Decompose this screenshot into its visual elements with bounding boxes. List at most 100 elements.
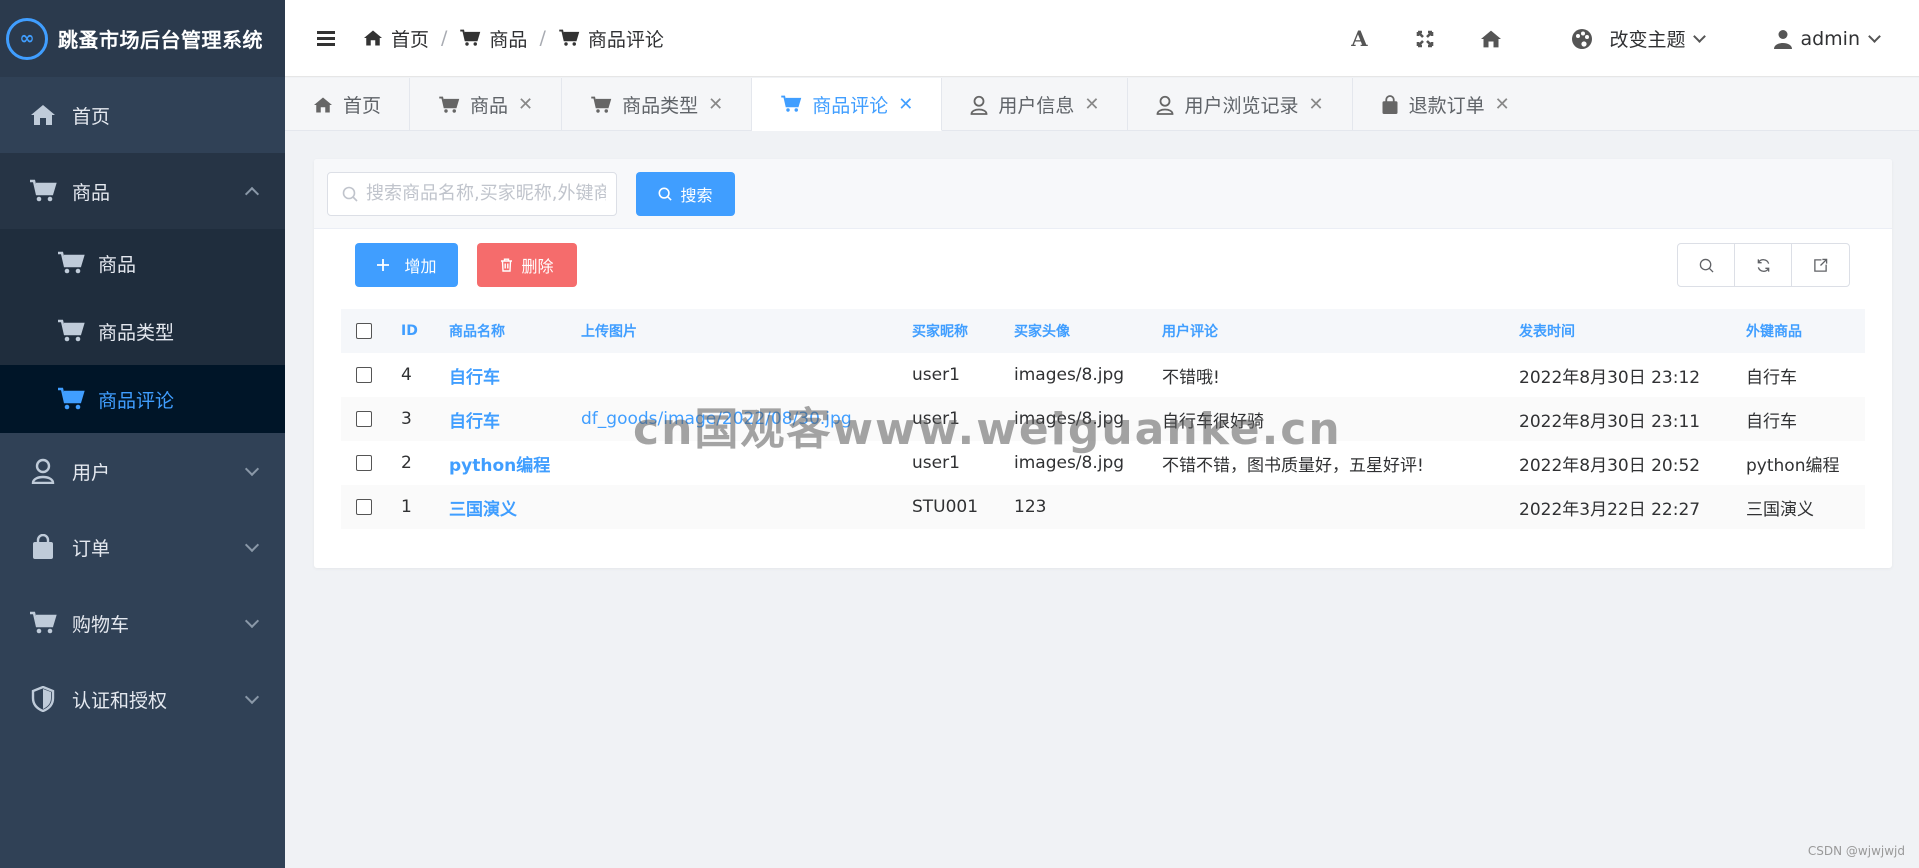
- sidebar-subitem-goods-comment[interactable]: 商品评论: [0, 365, 285, 433]
- search-field[interactable]: [327, 171, 617, 216]
- column-header[interactable]: 发表时间: [1509, 309, 1736, 353]
- tab-goods-type[interactable]: 商品类型 ✕: [562, 78, 753, 131]
- cell-buyer: user1: [902, 397, 1004, 441]
- chevron-down-icon: [244, 689, 260, 705]
- select-all-checkbox[interactable]: [356, 323, 372, 339]
- cell-goods-name[interactable]: 自行车: [439, 353, 571, 397]
- sidebar-item-goods[interactable]: 商品: [0, 153, 285, 229]
- theme-switcher[interactable]: 改变主题: [1571, 25, 1707, 52]
- row-checkbox[interactable]: [356, 455, 372, 471]
- submenu-goods: 商品 商品类型 商品评论: [0, 229, 285, 433]
- cell-avatar: images/8.jpg: [1014, 365, 1125, 385]
- column-header[interactable]: 买家昵称: [902, 309, 1004, 353]
- close-icon[interactable]: ✕: [708, 94, 723, 115]
- cell-image[interactable]: [571, 485, 902, 529]
- sidebar-item-label: 首页: [72, 105, 111, 128]
- home-icon: [364, 30, 382, 46]
- sidebar-item-label: 认证和授权: [72, 689, 168, 712]
- cell-goods-name[interactable]: 自行车: [439, 397, 571, 441]
- row-checkbox[interactable]: [356, 499, 372, 515]
- sidebar-subitem-label: 商品类型: [98, 321, 175, 344]
- column-header[interactable]: 上传图片: [571, 309, 902, 353]
- add-button[interactable]: 增加: [355, 243, 458, 287]
- app-title: 跳蚤市场后台管理系统: [58, 28, 263, 52]
- search-button[interactable]: 搜索: [636, 171, 735, 216]
- tab-refund-order[interactable]: 退款订单 ✕: [1353, 78, 1538, 131]
- search-input[interactable]: [366, 183, 606, 204]
- cart-icon: [56, 316, 86, 346]
- breadcrumb-home[interactable]: 首页: [363, 25, 429, 52]
- comments-table: ID 商品名称 上传图片 买家昵称 买家头像 用户评论 发表时间 外键商品 4 …: [341, 309, 1865, 529]
- tab-user-info[interactable]: 用户信息 ✕: [942, 78, 1129, 131]
- table-row[interactable]: 2 python编程 user1 images/8.jpg 不错不错，图书质量好…: [341, 441, 1865, 485]
- cell-image[interactable]: df_goods/image/2022/08/30.jpg: [571, 397, 902, 441]
- chevron-down-icon: [244, 613, 260, 629]
- tab-bar: 首页 商品 ✕ 商品类型 ✕ 商品评论 ✕ 用户信息 ✕ 用户浏览记录 ✕ 退款订单 ✕: [285, 78, 1919, 131]
- sidebar-subitem-label: 商品评论: [98, 389, 175, 412]
- cell-goods-name[interactable]: python编程: [439, 441, 571, 485]
- column-header[interactable]: 商品名称: [439, 309, 571, 353]
- close-icon[interactable]: ✕: [1308, 94, 1323, 115]
- sidebar-item-home[interactable]: 首页: [0, 77, 285, 153]
- row-checkbox[interactable]: [356, 367, 372, 383]
- cell-comment: [1152, 485, 1509, 529]
- cell-time: 2022年3月22日 22:27: [1509, 485, 1736, 529]
- search-toggle-icon[interactable]: [1678, 244, 1735, 286]
- cart-icon: [56, 248, 86, 278]
- table-row[interactable]: 3 自行车 df_goods/image/2022/08/30.jpg user…: [341, 397, 1865, 441]
- column-header[interactable]: 外键商品: [1736, 309, 1865, 353]
- top-header: 首页 / 商品 / 商品评论 A 改变主题 admin: [285, 0, 1919, 77]
- close-icon[interactable]: ✕: [898, 94, 913, 115]
- cell-id: 4: [401, 365, 412, 385]
- header-actions: A 改变主题 admin: [1339, 0, 1919, 77]
- column-header[interactable]: 用户评论: [1152, 309, 1509, 353]
- cart-icon: [460, 29, 481, 46]
- cell-image[interactable]: [571, 353, 902, 397]
- search-bar: 搜索: [314, 159, 1892, 229]
- tab-goods-comment[interactable]: 商品评论 ✕: [752, 78, 943, 131]
- delete-button[interactable]: 删除: [477, 243, 577, 287]
- cell-id: 1: [391, 485, 439, 529]
- export-icon[interactable]: [1792, 244, 1849, 286]
- sidebar-item-auth[interactable]: 认证和授权: [0, 661, 285, 737]
- cell-image[interactable]: [571, 441, 902, 485]
- close-icon[interactable]: ✕: [1084, 94, 1099, 115]
- table-row[interactable]: 4 自行车 user1 images/8.jpg 不错哦! 2022年8月30日…: [341, 353, 1865, 397]
- sidebar-subitem-goods[interactable]: 商品: [0, 229, 285, 297]
- sidebar-item-user[interactable]: 用户: [0, 433, 285, 509]
- tab-user-history[interactable]: 用户浏览记录 ✕: [1128, 78, 1353, 131]
- palette-icon: [1572, 28, 1593, 49]
- row-checkbox[interactable]: [356, 411, 372, 427]
- home-icon: [28, 100, 58, 130]
- cell-comment: 自行车很好骑: [1152, 397, 1509, 441]
- refresh-icon[interactable]: [1735, 244, 1792, 286]
- cell-avatar: images/8.jpg: [1004, 397, 1152, 441]
- cell-goods-name[interactable]: 三国演义: [439, 485, 571, 529]
- home-icon[interactable]: [1471, 19, 1511, 59]
- content-card: 搜索 增加 删除: [314, 159, 1892, 568]
- sidebar-subitem-goods-type[interactable]: 商品类型: [0, 297, 285, 365]
- table-row[interactable]: 1 三国演义 STU001 123 2022年3月22日 22:27 三国演义: [341, 485, 1865, 529]
- tab-goods[interactable]: 商品 ✕: [410, 78, 563, 131]
- font-size-icon[interactable]: A: [1339, 19, 1379, 59]
- sidebar-item-label: 订单: [72, 537, 111, 560]
- menu-toggle-icon[interactable]: [317, 31, 335, 46]
- cell-time: 2022年8月30日 20:52: [1519, 455, 1701, 476]
- tab-home[interactable]: 首页: [285, 78, 411, 131]
- chevron-down-icon: [244, 537, 260, 553]
- sidebar-item-cart[interactable]: 购物车: [0, 585, 285, 661]
- cell-goods-fk: 自行车: [1746, 367, 1797, 388]
- bag-icon: [1382, 94, 1398, 114]
- user-menu[interactable]: admin: [1774, 28, 1881, 50]
- cart-icon: [56, 384, 86, 414]
- cell-buyer: user1: [912, 453, 960, 473]
- column-header[interactable]: ID: [391, 309, 439, 353]
- close-icon[interactable]: ✕: [518, 94, 533, 115]
- close-icon[interactable]: ✕: [1495, 94, 1510, 115]
- fullscreen-icon[interactable]: [1405, 19, 1445, 59]
- user-icon: [28, 456, 58, 486]
- column-header[interactable]: 买家头像: [1004, 309, 1152, 353]
- breadcrumb-goods[interactable]: 商品: [459, 25, 527, 52]
- sidebar-item-order[interactable]: 订单: [0, 509, 285, 585]
- action-toolbar: 增加 删除: [314, 229, 1892, 301]
